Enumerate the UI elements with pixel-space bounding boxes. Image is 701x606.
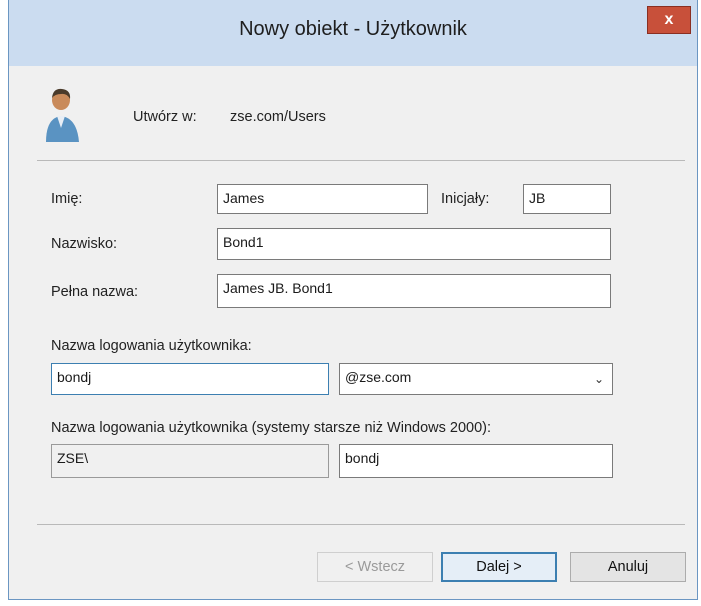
full-name-label: Pełna nazwa: — [51, 284, 139, 300]
last-name-field[interactable]: Bond1 — [217, 228, 611, 260]
cancel-button[interactable]: Anuluj — [570, 552, 686, 582]
initials-label: Inicjały: — [441, 191, 490, 207]
initials-field[interactable]: JB — [523, 184, 611, 214]
chevron-down-icon: ⌄ — [593, 372, 604, 386]
domain-suffix-select[interactable]: @zse.com ⌄ — [339, 363, 613, 395]
legacy-logon-field[interactable]: bondj — [339, 444, 613, 478]
title-bar[interactable]: Nowy obiekt - Użytkownik x — [9, 0, 697, 66]
first-name-field[interactable]: James — [217, 184, 428, 214]
new-user-dialog: Nowy obiekt - Użytkownik x Utwórz w: zse… — [8, 0, 698, 600]
logon-name-label: Nazwa logowania użytkownika: — [51, 338, 252, 354]
domain-suffix-value: @zse.com — [345, 369, 412, 385]
next-button[interactable]: Dalej > — [441, 552, 557, 582]
close-icon: x — [664, 11, 674, 28]
user-icon — [46, 88, 79, 142]
legacy-logon-label: Nazwa logowania użytkownika (systemy sta… — [51, 420, 492, 436]
create-in-label: Utwórz w: — [133, 109, 197, 125]
divider — [37, 524, 685, 525]
window-title: Nowy obiekt - Użytkownik — [239, 18, 467, 40]
divider — [37, 160, 685, 161]
full-name-field[interactable]: James JB. Bond1 — [217, 274, 611, 308]
back-button[interactable]: < Wstecz — [317, 552, 433, 582]
logon-name-field[interactable]: bondj — [51, 363, 329, 395]
legacy-domain-field: ZSE\ — [51, 444, 329, 478]
dialog-body: Utwórz w: zse.com/Users Imię: James Inic… — [9, 66, 697, 599]
create-in-value: zse.com/Users — [230, 109, 326, 125]
close-button[interactable]: x — [647, 6, 691, 34]
first-name-label: Imię: — [51, 191, 83, 207]
last-name-label: Nazwisko: — [51, 236, 118, 252]
